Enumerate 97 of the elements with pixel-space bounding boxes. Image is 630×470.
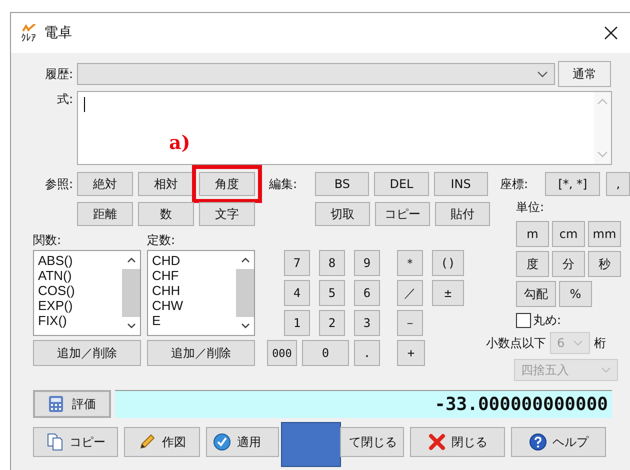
list-label: 関数: — [33, 232, 62, 249]
reference-button[interactable]: 文字 — [199, 202, 255, 226]
scrollbar-thumb[interactable] — [236, 269, 254, 317]
list-item[interactable]: FIX() — [38, 313, 118, 328]
cover-block — [281, 422, 341, 467]
keypad-key[interactable]: ＊ — [397, 250, 423, 276]
coordinates-label: 座標: — [500, 176, 530, 192]
chevron-up-icon[interactable] — [240, 257, 250, 263]
reference-button[interactable]: 角度 — [199, 172, 255, 196]
list-item[interactable]: CHD — [152, 253, 232, 268]
edit-button[interactable]: 貼付 — [435, 202, 490, 226]
keypad-key[interactable]: + — [397, 340, 425, 366]
list-item[interactable]: ATN() — [38, 268, 118, 283]
keypad-key[interactable]: () — [432, 250, 464, 276]
keypad-key[interactable]: 0 — [302, 340, 349, 366]
chevron-down-icon[interactable] — [126, 323, 136, 329]
action-button[interactable]: 閉じる — [410, 427, 505, 457]
rounding-label: 丸め: — [533, 312, 562, 329]
units-label: 単位: — [516, 199, 546, 216]
keypad-key[interactable]: 9 — [354, 250, 380, 276]
list-item[interactable]: CHH — [152, 283, 232, 298]
list-item[interactable]: E — [152, 313, 232, 328]
close-icon[interactable] — [604, 26, 618, 40]
list-box[interactable]: CHD CHF CHH CHW E — [147, 250, 255, 336]
expression-field[interactable] — [77, 91, 612, 165]
history-dropdown[interactable] — [77, 63, 555, 85]
unit-button[interactable]: % — [559, 281, 592, 307]
reference-button[interactable]: 数 — [138, 202, 194, 226]
window-title: 電卓 — [44, 24, 72, 42]
add-remove-button[interactable]: 追加／削除 — [33, 340, 141, 366]
reference-label: 参照: — [44, 176, 73, 192]
edit-button[interactable]: INS — [434, 172, 488, 196]
keypad-key[interactable]: . — [354, 340, 380, 366]
reference-button[interactable]: 相対 — [138, 172, 194, 196]
comma-button[interactable]: , — [606, 172, 630, 196]
unit-button[interactable]: 分 — [552, 251, 585, 277]
edit-label: 編集: — [269, 176, 298, 192]
reference-button[interactable]: 絶対 — [77, 172, 133, 196]
edit-button[interactable]: 切取 — [315, 202, 370, 226]
edit-button[interactable]: コピー — [375, 202, 430, 226]
action-button[interactable]: 作図 — [124, 427, 200, 457]
pencil-icon — [138, 433, 156, 451]
action-button[interactable]: コピー — [33, 427, 118, 457]
list-item[interactable]: CHW — [152, 298, 232, 313]
history-label: 履歴: — [44, 66, 73, 82]
documents-icon — [46, 433, 64, 451]
keypad-key[interactable]: － — [397, 310, 423, 336]
app-logo-text: ｸﾚｱ — [21, 34, 36, 44]
list-item[interactable]: COS() — [38, 283, 118, 298]
keypad-key[interactable]: 000 — [267, 340, 297, 366]
app-logo-icon — [21, 24, 37, 32]
unit-button[interactable]: mm — [588, 221, 621, 247]
unit-button[interactable]: 勾配 — [516, 281, 556, 307]
edit-button[interactable]: BS — [315, 172, 370, 196]
edit-button[interactable]: DEL — [374, 172, 429, 196]
keypad-key[interactable]: 2 — [319, 310, 345, 336]
digits-unit-label: 桁 — [594, 334, 606, 352]
keypad-key[interactable]: ／ — [397, 280, 423, 306]
keypad-key[interactable]: 6 — [354, 280, 380, 306]
mode-button[interactable]: 通常 — [558, 61, 611, 87]
add-remove-button[interactable]: 追加／削除 — [147, 340, 255, 366]
help-icon — [528, 433, 546, 451]
chevron-up-icon[interactable] — [126, 257, 136, 263]
list-box[interactable]: ABS() ATN() COS() EXP() FIX() — [33, 250, 141, 336]
coordinate-button[interactable]: [*, *] — [544, 172, 600, 196]
list-item[interactable]: CHF — [152, 268, 232, 283]
annotation-label: a) — [169, 132, 190, 154]
keypad-key[interactable]: 3 — [354, 310, 380, 336]
keypad-key[interactable]: 7 — [284, 250, 310, 276]
action-button[interactable]: 適用 — [206, 427, 279, 457]
unit-button[interactable]: 秒 — [588, 251, 621, 277]
check-icon — [213, 433, 231, 451]
list-item[interactable]: ABS() — [38, 253, 118, 268]
action-button[interactable]: て閉じる — [340, 427, 404, 457]
keypad-key[interactable]: 4 — [284, 280, 310, 306]
expression-label: 式: — [56, 91, 73, 108]
keypad-key[interactable]: 8 — [319, 250, 345, 276]
keypad-key[interactable]: 5 — [319, 280, 345, 306]
scrollbar-thumb[interactable] — [122, 269, 140, 317]
action-button[interactable]: ヘルプ — [511, 427, 606, 457]
chevron-down-icon — [573, 340, 583, 346]
chevron-down-icon[interactable] — [240, 323, 250, 329]
keypad-key[interactable]: 1 — [284, 310, 310, 336]
result-display: -33.000000000000 — [115, 390, 612, 418]
chevron-down-icon — [601, 367, 611, 373]
list-item[interactable]: EXP() — [38, 298, 118, 313]
keypad-key[interactable]: ± — [432, 280, 464, 306]
close-icon — [428, 433, 446, 451]
calculator-icon — [48, 395, 64, 413]
unit-button[interactable]: m — [516, 221, 549, 247]
evaluate-button[interactable]: 評価 — [33, 390, 111, 418]
chevron-down-icon — [537, 70, 548, 78]
unit-button[interactable]: cm — [552, 221, 585, 247]
reference-button[interactable]: 距離 — [77, 202, 133, 226]
decimal-places-label: 小数点以下 — [486, 334, 546, 352]
unit-button[interactable]: 度 — [516, 251, 549, 277]
list-label: 定数: — [147, 232, 176, 249]
